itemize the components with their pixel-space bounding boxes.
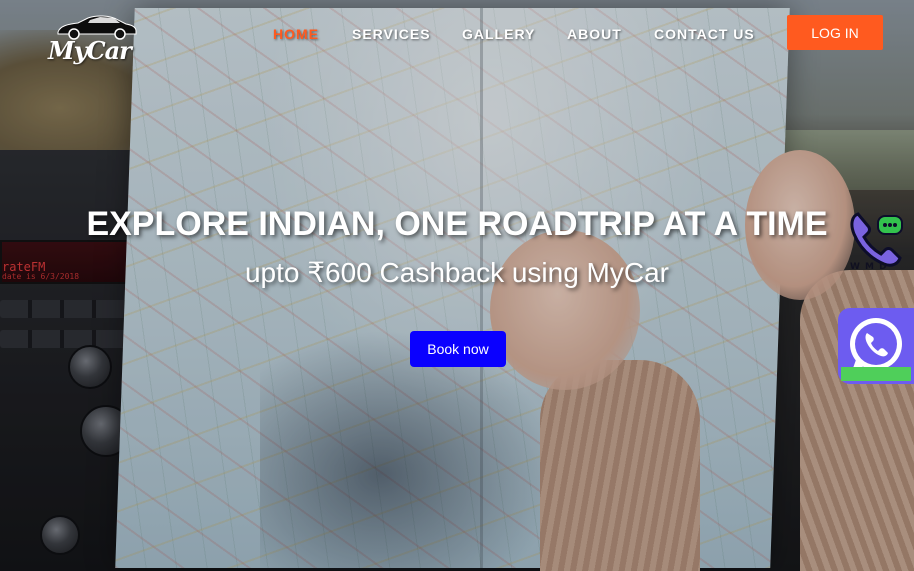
nav-contact-us[interactable]: CONTACT US bbox=[654, 26, 755, 42]
brand-logo[interactable]: MyCar bbox=[48, 14, 143, 65]
book-now-button[interactable]: Book now bbox=[410, 331, 506, 367]
hero-section: rateFM date is 6/3/2018 MyCar HOME SERVI… bbox=[0, 0, 914, 571]
nav-services[interactable]: SERVICES bbox=[352, 26, 431, 42]
whatsapp-widget[interactable] bbox=[838, 308, 914, 384]
hero-subline: upto ₹600 Cashback using MyCar bbox=[244, 257, 670, 288]
login-button[interactable]: LOG IN bbox=[787, 15, 883, 50]
nav-gallery[interactable]: GALLERY bbox=[462, 26, 535, 42]
call-widget-caption: W M D bbox=[850, 262, 888, 272]
hero-headline: EXPLORE INDIAN, ONE ROADTRIP AT A TIME bbox=[86, 205, 828, 243]
whatsapp-icon bbox=[841, 318, 911, 381]
nav-about[interactable]: ABOUT bbox=[567, 26, 622, 42]
brand-name: MyCar bbox=[48, 36, 132, 65]
call-widget[interactable]: W M D bbox=[848, 208, 906, 280]
nav-home[interactable]: HOME bbox=[273, 26, 319, 42]
